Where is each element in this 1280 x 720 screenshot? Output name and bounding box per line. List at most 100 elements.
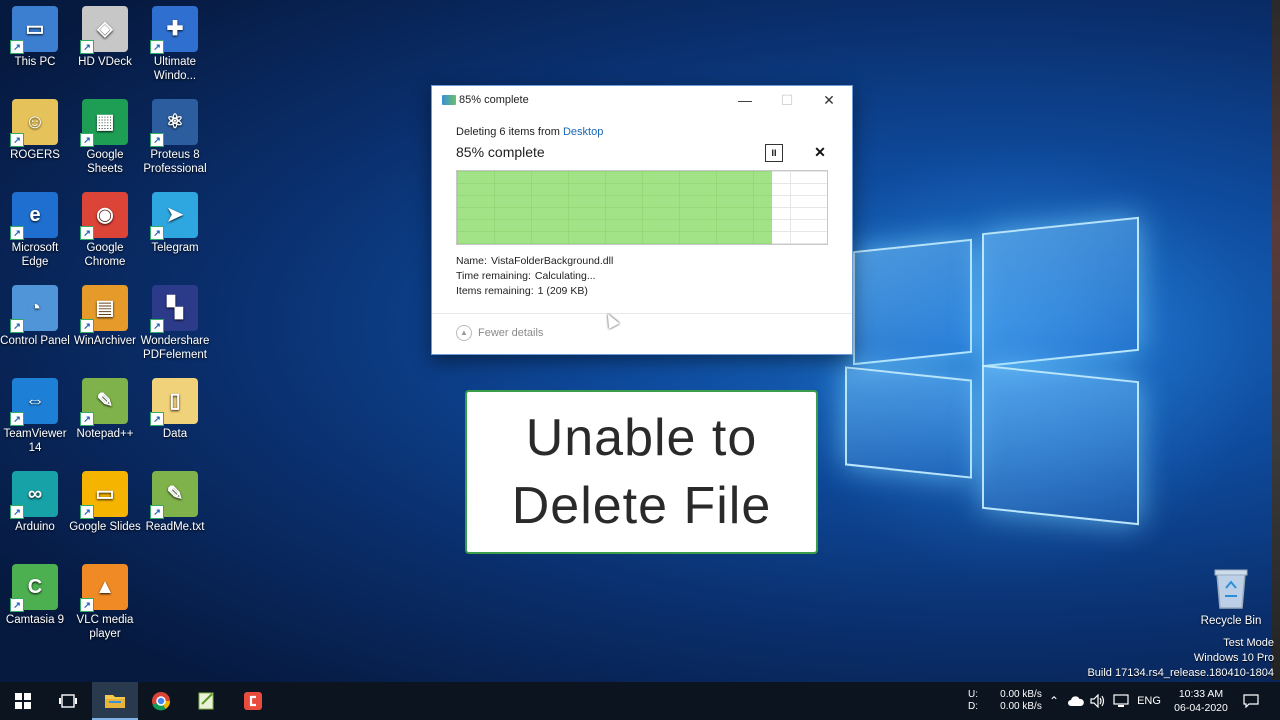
desktop-icon-label: Camtasia 9 (5, 614, 65, 626)
clock-button[interactable]: 10:33 AM 06-04-2020 (1168, 682, 1234, 720)
desktop-icon-hd-vdeck[interactable]: ◈ ↗ HD VDeck (69, 6, 141, 69)
dialog-title: 85% complete (459, 94, 529, 106)
maximize-button[interactable]: ☐ (770, 90, 804, 110)
watermark-line-1: Test Mode (1223, 637, 1274, 649)
desktop-icon-label: Ultimate Windo... (153, 56, 197, 82)
time-remaining-value: Calculating... (534, 270, 596, 282)
shortcut-arrow-icon: ↗ (10, 319, 24, 333)
chevron-up-icon: ▲ (456, 325, 472, 341)
action-center-button[interactable] (1240, 682, 1262, 720)
file-operation-icon (442, 95, 456, 105)
desktop-icon-notepad-plus[interactable]: ✎ ↗ Notepad++ (69, 378, 141, 441)
watermark-line-3: Build 17134.rs4_release.180410-1804 (1087, 667, 1274, 679)
items-remaining-value: 1 (209 KB) (537, 285, 588, 297)
shortcut-arrow-icon: ↗ (10, 226, 24, 240)
desktop-icon-label: VLC media player (76, 614, 134, 640)
desktop-icon-label: Google Sheets (86, 149, 124, 175)
network-icon (1113, 694, 1129, 707)
taskbar-file-explorer[interactable] (92, 682, 138, 720)
task-view-button[interactable] (46, 682, 90, 720)
deleting-text: Deleting 6 items from (456, 126, 563, 138)
desktop-icon-text-file[interactable]: ✎ ↗ ReadMe.txt (139, 471, 211, 534)
percent-complete: 85% complete (456, 144, 545, 160)
camtasia-icon: C ↗ (10, 564, 58, 612)
desktop-icon-ultimate-windows[interactable]: ✚ ↗ Ultimate Windo... (139, 6, 211, 83)
desktop-icon-google-sheets[interactable]: ▦ ↗ Google Sheets (69, 99, 141, 176)
desktop-icon-vlc[interactable]: ▲ ↗ VLC media player (69, 564, 141, 641)
shortcut-arrow-icon: ↗ (80, 412, 94, 426)
delete-progress-dialog: 85% complete — ☐ ✕ Deleting 6 items from… (431, 85, 853, 355)
camtasia-icon (244, 692, 262, 710)
network-button[interactable] (1111, 682, 1131, 720)
close-button[interactable]: ✕ (812, 90, 846, 110)
desktop-icon-folder[interactable]: ▯ ↗ Data (139, 378, 211, 441)
clock-date: 06-04-2020 (1174, 702, 1228, 714)
source-location-link[interactable]: Desktop (563, 126, 603, 138)
shortcut-arrow-icon: ↗ (80, 226, 94, 240)
upload-speed: 0.00 kB/s (1000, 689, 1042, 700)
cancel-operation-button[interactable]: ✕ (812, 144, 828, 160)
desktop-icon-telegram[interactable]: ➤ ↗ Telegram (139, 192, 211, 255)
desktop-icon-label: HD VDeck (78, 56, 132, 68)
input-language-button[interactable]: ENG (1136, 682, 1162, 720)
windows-wallpaper-logo (845, 215, 1140, 526)
chevron-up-icon: ⌃ (1048, 694, 1060, 708)
desktop-icon-label: Wondershare PDFelement (140, 335, 210, 361)
download-speed: 0.00 kB/s (1000, 701, 1042, 712)
desktop-icon-recycle-bin[interactable]: Recycle Bin (1195, 565, 1267, 628)
desktop-icon-pdfelement[interactable]: ▚ ↗ Wondershare PDFelement (139, 285, 211, 362)
edge-icon: e ↗ (10, 192, 58, 240)
desktop-icon-label: This PC (14, 56, 56, 68)
deleting-summary: Deleting 6 items from Desktop (456, 126, 603, 138)
pdfelement-icon: ▚ ↗ (150, 285, 198, 333)
google-sheets-icon: ▦ ↗ (80, 99, 128, 147)
minimize-button[interactable]: — (728, 90, 762, 110)
desktop-icon-label: Control Panel (0, 335, 70, 347)
text-file-icon: ✎ ↗ (150, 471, 198, 519)
desktop-icon-edge[interactable]: e ↗ Microsoft Edge (0, 192, 71, 269)
desktop-icon-folder-user[interactable]: ☺ ↗ ROGERS (0, 99, 71, 162)
items-remaining-label: Items remaining: (456, 285, 534, 297)
desktop-icon-teamviewer[interactable]: ⇔ ↗ TeamViewer 14 (0, 378, 71, 455)
fewer-details-toggle[interactable]: ▲ Fewer details (456, 325, 543, 341)
show-hidden-icons-button[interactable]: ⌃ (1046, 682, 1062, 720)
shortcut-arrow-icon: ↗ (10, 40, 24, 54)
onedrive-button[interactable] (1066, 682, 1086, 720)
folder-icon: ▯ ↗ (150, 378, 198, 426)
pause-button[interactable]: II (765, 144, 783, 162)
desktop-icon-this-pc[interactable]: ▭ ↗ This PC (0, 6, 71, 69)
taskbar: U: D: 0.00 kB/s 0.00 kB/s ⌃ ENG 10:33 AM… (0, 682, 1280, 720)
google-slides-icon: ▭ ↗ (80, 471, 128, 519)
taskbar-notepad-plus[interactable] (184, 682, 230, 720)
taskbar-chrome[interactable] (138, 682, 184, 720)
desktop-icon-proteus[interactable]: ⚛ ↗ Proteus 8 Professional (139, 99, 211, 176)
desktop-icon-label: Data (162, 428, 188, 440)
this-pc-icon: ▭ ↗ (10, 6, 58, 54)
shortcut-arrow-icon: ↗ (10, 505, 24, 519)
desktop-icon-google-slides[interactable]: ▭ ↗ Google Slides (69, 471, 141, 534)
desktop-icon-camtasia[interactable]: C ↗ Camtasia 9 (0, 564, 71, 627)
desktop-icon-control-panel[interactable]: ◔ ↗ Control Panel (0, 285, 71, 348)
arduino-icon: ∞ ↗ (10, 471, 58, 519)
download-label: D: (968, 701, 978, 712)
volume-button[interactable] (1088, 682, 1108, 720)
shortcut-arrow-icon: ↗ (150, 40, 164, 54)
fewer-details-label: Fewer details (478, 326, 544, 339)
clock-time: 10:33 AM (1178, 688, 1224, 700)
caption-line-2: Delete File (511, 477, 772, 535)
test-mode-watermark: Test Mode Windows 10 Pro Build 17134.rs4… (1087, 636, 1274, 681)
desktop-icon-winarchiver[interactable]: ▤ ↗ WinArchiver (69, 285, 141, 348)
control-panel-icon: ◔ ↗ (10, 285, 58, 333)
chrome-icon (152, 692, 171, 711)
shortcut-arrow-icon: ↗ (150, 505, 164, 519)
desktop-icon-label: WinArchiver (74, 335, 136, 347)
caption-line-1: Unable to (525, 409, 758, 467)
task-view-icon (59, 694, 77, 708)
start-button[interactable] (0, 682, 46, 720)
shortcut-arrow-icon: ↗ (80, 505, 94, 519)
dialog-title-bar[interactable]: 85% complete — ☐ ✕ (432, 86, 852, 114)
desktop-icon-arduino[interactable]: ∞ ↗ Arduino (0, 471, 71, 534)
desktop-icon-label: Arduino (15, 521, 55, 533)
desktop-icon-chrome[interactable]: ◉ ↗ Google Chrome (69, 192, 141, 269)
taskbar-camtasia[interactable] (230, 682, 276, 720)
